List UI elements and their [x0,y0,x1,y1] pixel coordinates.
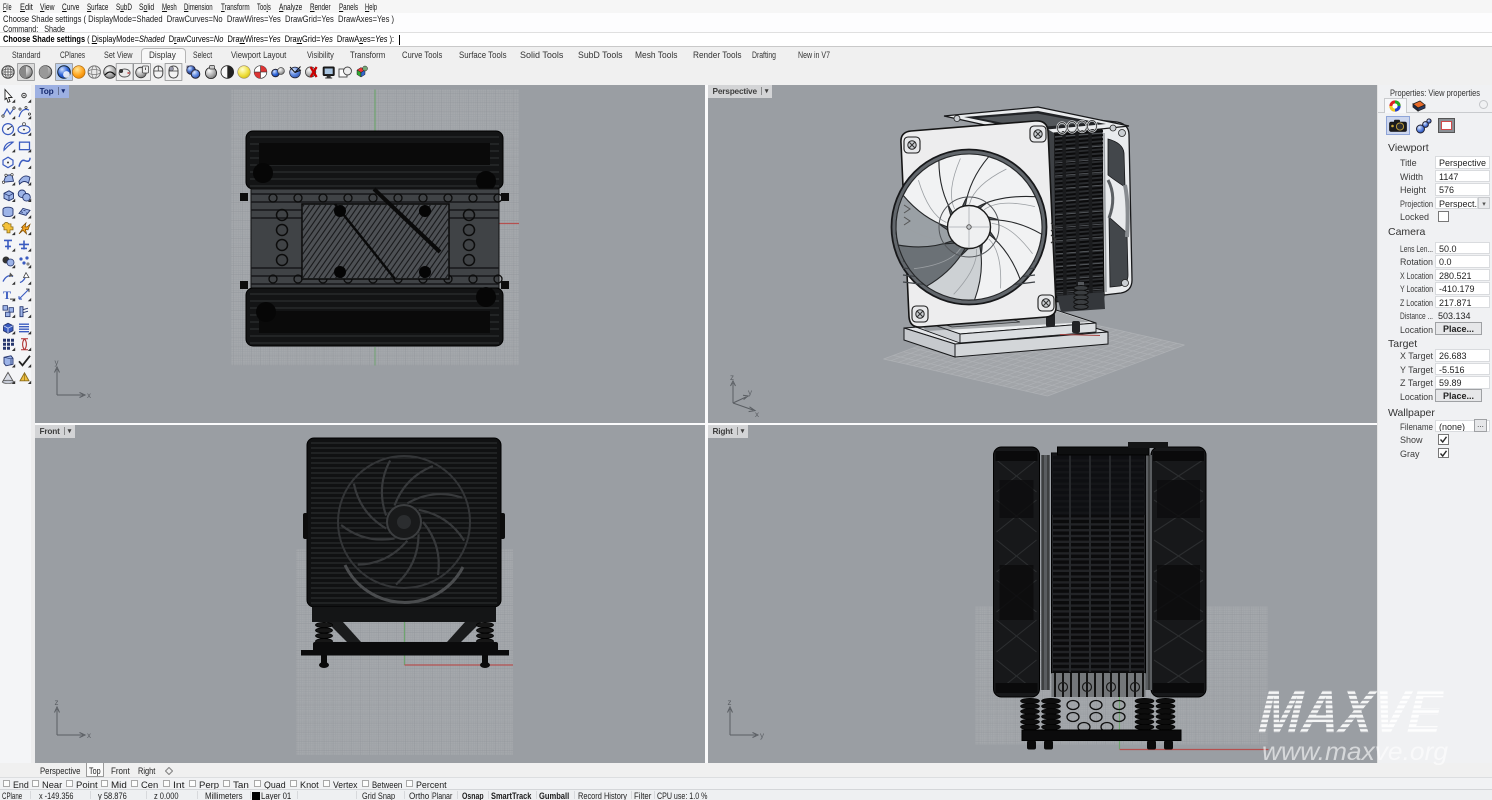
svg-text:z: z [54,698,58,707]
svg-text:x: x [87,391,91,400]
svg-text:T: T [3,288,11,302]
svg-text:y: y [760,731,764,740]
svg-text:x: x [87,731,91,740]
svg-text:y: y [54,358,58,367]
svg-text:z: z [730,373,734,382]
svg-text:x: x [755,410,759,419]
svg-text:y: y [748,388,752,397]
svg-text:z: z [727,698,731,707]
